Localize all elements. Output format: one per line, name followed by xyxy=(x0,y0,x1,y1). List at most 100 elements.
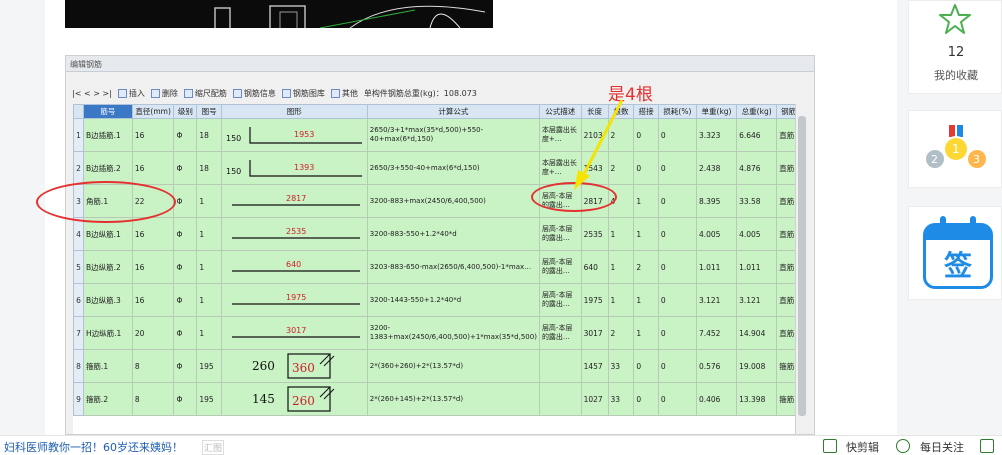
cell-total[interactable]: 33.58 xyxy=(736,184,778,218)
cell-name[interactable]: B边插筋.2 xyxy=(82,151,133,185)
cell-total[interactable]: 4.005 xyxy=(736,217,778,251)
cell-formula[interactable]: 2*(360+260)+2*(13.57*d) xyxy=(366,349,540,383)
cell-unit[interactable]: 3.121 xyxy=(695,283,738,317)
cell-unit[interactable]: 7.452 xyxy=(695,316,738,350)
column-header[interactable]: 计算公式 xyxy=(366,104,540,119)
cell-count[interactable]: 1 xyxy=(607,283,635,317)
shape-cell[interactable]: 1975 xyxy=(220,283,368,317)
cell-count[interactable]: 33 xyxy=(607,349,635,383)
cell-loss[interactable]: 0 xyxy=(657,118,697,152)
cell-dia[interactable]: 16 xyxy=(131,118,175,152)
table-row[interactable]: 6 B边纵筋.3 16 Φ 1 1975 3200-1443-550+1.2*40*d 层高-… xyxy=(73,283,801,317)
sign-in-card[interactable]: 签 xyxy=(908,206,1002,300)
cell-unit[interactable]: 2.438 xyxy=(695,151,738,185)
cell-unit[interactable]: 8.395 xyxy=(695,184,738,218)
cell-desc[interactable]: 层高-本层的露出… xyxy=(538,316,582,350)
shape-cell[interactable]: 2817 xyxy=(220,184,368,218)
cell-total[interactable]: 3.121 xyxy=(736,283,778,317)
cell-loss[interactable]: 0 xyxy=(657,349,697,383)
shape-cell[interactable]: 150 1953 xyxy=(220,118,368,152)
collect-card[interactable]: 12 我的收藏 xyxy=(908,0,1002,94)
cell-lap[interactable]: 0 xyxy=(633,382,659,416)
cell-unit[interactable]: 0.406 xyxy=(695,382,738,416)
cell-fig[interactable]: 18 xyxy=(196,118,222,152)
table-row[interactable]: 7 H边纵筋.1 20 Φ 1 3017 3200-1383+max(2450/6,400,… xyxy=(73,316,801,350)
cell-lap[interactable]: 1 xyxy=(633,184,659,218)
cell-count[interactable]: 33 xyxy=(607,382,635,416)
table-row[interactable]: 4 B边纵筋.1 16 Φ 1 2535 3200-883-550+1.2*40*d 层高-本… xyxy=(73,217,801,251)
insert-button[interactable]: 插入 xyxy=(117,88,145,99)
column-header[interactable]: 筋号 xyxy=(82,104,133,119)
cell-unit[interactable]: 3.323 xyxy=(695,118,738,152)
column-header[interactable]: 损耗(%) xyxy=(657,104,697,119)
cell-fig[interactable]: 1 xyxy=(196,217,222,251)
cell-total[interactable]: 1.011 xyxy=(736,250,778,284)
cell-name[interactable]: B边纵筋.2 xyxy=(82,250,133,284)
shape-cell[interactable]: 2535 xyxy=(220,217,368,251)
cell-lap[interactable]: 1 xyxy=(633,217,659,251)
rebar-info-button[interactable]: 钢筋信息 xyxy=(232,88,276,99)
cell-unit[interactable]: 1.011 xyxy=(695,250,738,284)
shape-cell[interactable]: 3017 xyxy=(220,316,368,350)
cell-desc[interactable]: 层高-本层的露出… xyxy=(538,217,582,251)
cell-len[interactable]: 1457 xyxy=(580,349,609,383)
cell-formula[interactable]: 3200-883-550+1.2*40*d xyxy=(366,217,540,251)
table-row[interactable]: 8 箍筋.1 8 Φ 195 260 360 2*(360+260)+2*(13.57*d) 1… xyxy=(73,349,801,383)
cell-formula[interactable]: 2650/3+550-40+max(6*d,150) xyxy=(366,151,540,185)
cell-grade[interactable]: Φ xyxy=(173,184,198,218)
cell-count[interactable]: 1 xyxy=(607,250,635,284)
cell-desc[interactable]: 层高-本层的露出… xyxy=(538,250,582,284)
cell-lap[interactable]: 0 xyxy=(633,349,659,383)
cell-total[interactable]: 14.904 xyxy=(736,316,778,350)
column-header[interactable]: 图号 xyxy=(196,104,222,119)
cell-lap[interactable]: 1 xyxy=(633,316,659,350)
cell-total[interactable]: 19.008 xyxy=(736,349,778,383)
column-header[interactable]: 图形 xyxy=(220,104,368,119)
cell-loss[interactable]: 0 xyxy=(657,184,697,218)
cell-dia[interactable]: 16 xyxy=(131,250,175,284)
vertical-scrollbar[interactable] xyxy=(795,104,807,434)
cell-grade[interactable]: Φ xyxy=(173,316,198,350)
cell-formula[interactable]: 2*(260+145)+2*(13.57*d) xyxy=(366,382,540,416)
cell-len[interactable]: 2535 xyxy=(580,217,609,251)
cell-lap[interactable]: 2 xyxy=(633,250,659,284)
cell-lap[interactable]: 0 xyxy=(633,118,659,152)
cell-desc[interactable] xyxy=(538,382,582,416)
cell-fig[interactable]: 1 xyxy=(196,316,222,350)
cell-grade[interactable]: Φ xyxy=(173,382,198,416)
shape-cell[interactable]: 145 260 xyxy=(220,382,368,416)
cell-desc[interactable] xyxy=(538,349,582,383)
cell-count[interactable]: 2 xyxy=(607,316,635,350)
cell-name[interactable]: 箍筋.2 xyxy=(82,382,133,416)
news-link[interactable]: 妇科医师教你一招！60岁还来姨妈！ xyxy=(4,439,183,455)
shape-cell[interactable]: 640 xyxy=(220,250,368,284)
cell-loss[interactable]: 0 xyxy=(657,283,697,317)
ruler-button[interactable]: 缩尺配筋 xyxy=(183,88,227,99)
cell-dia[interactable]: 16 xyxy=(131,217,175,251)
cell-fig[interactable]: 195 xyxy=(196,349,222,383)
table-row[interactable]: 9 箍筋.2 8 Φ 195 145 260 2*(260+145)+2*(13.57*d) 1… xyxy=(73,382,801,416)
cell-len[interactable]: 640 xyxy=(580,250,609,284)
cell-name[interactable]: B边插筋.1 xyxy=(82,118,133,152)
medals-card[interactable]: 2 1 3 xyxy=(908,110,1002,188)
quick-edit-link[interactable]: 快剪辑 xyxy=(846,439,879,455)
table-row[interactable]: 1 B边插筋.1 16 Φ 18 150 1953 2650/3+1*max(35*d,500… xyxy=(73,118,801,152)
cell-desc[interactable]: 层高-本层的露出… xyxy=(538,283,582,317)
cell-dia[interactable]: 8 xyxy=(131,349,175,383)
cell-fig[interactable]: 1 xyxy=(196,184,222,218)
cell-formula[interactable]: 3200-1443-550+1.2*40*d xyxy=(366,283,540,317)
cell-fig[interactable]: 1 xyxy=(196,283,222,317)
cell-loss[interactable]: 0 xyxy=(657,151,697,185)
column-header[interactable]: 总重(kg) xyxy=(736,104,778,119)
cell-len[interactable]: 1027 xyxy=(580,382,609,416)
column-header[interactable]: 搭接 xyxy=(633,104,659,119)
other-button[interactable]: 其他 xyxy=(330,88,358,99)
cell-fig[interactable]: 18 xyxy=(196,151,222,185)
cell-grade[interactable]: Φ xyxy=(173,349,198,383)
shape-cell[interactable]: 260 360 xyxy=(220,349,368,383)
cell-lap[interactable]: 1 xyxy=(633,283,659,317)
cell-count[interactable]: 1 xyxy=(607,217,635,251)
table-row[interactable]: 5 B边纵筋.2 16 Φ 1 640 3203-883-650-max(2650/6,40… xyxy=(73,250,801,284)
cell-dia[interactable]: 8 xyxy=(131,382,175,416)
cell-loss[interactable]: 0 xyxy=(657,382,697,416)
